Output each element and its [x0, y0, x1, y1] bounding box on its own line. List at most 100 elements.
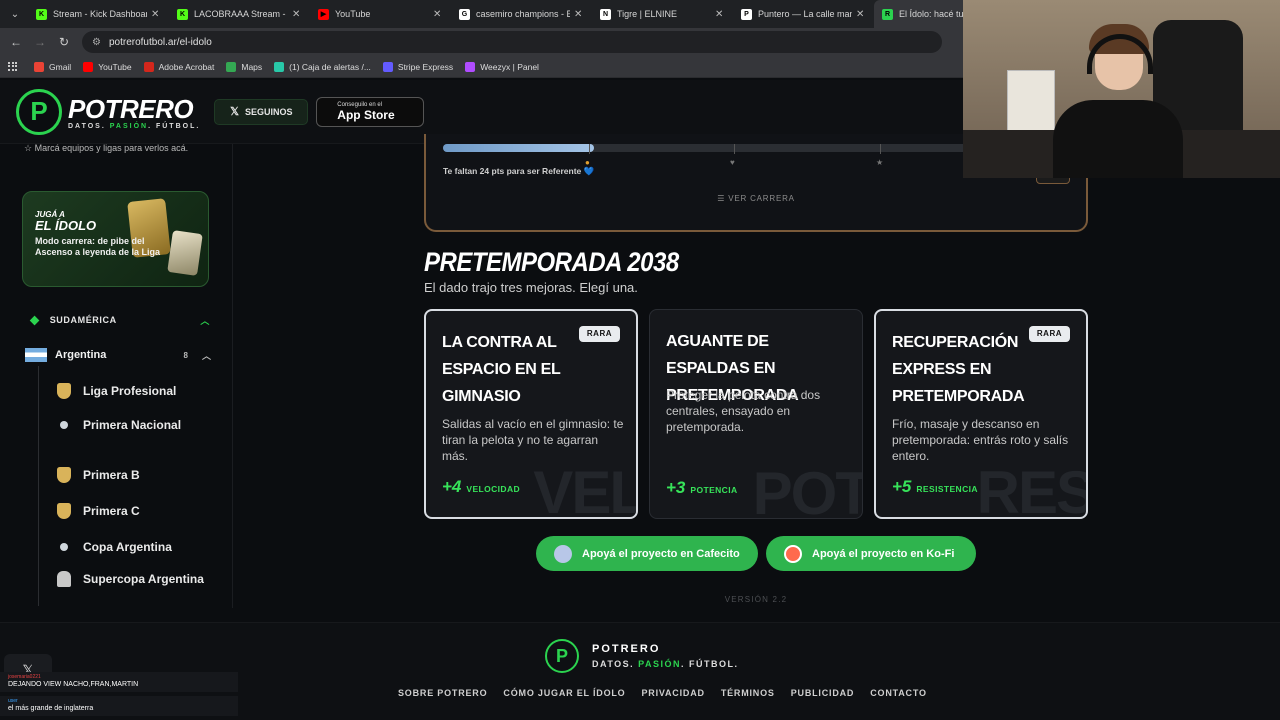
back-icon[interactable]: ← [4, 35, 28, 49]
forward-icon[interactable]: → [28, 35, 52, 49]
site-info-icon[interactable]: ⚙ [92, 37, 101, 48]
upgrade-card[interactable]: VEL LA CONTRA AL ESPACIO EN EL GIMNASIO RA… [424, 309, 638, 519]
view-career-link[interactable]: ☰ VER CARRERA [426, 194, 1086, 203]
ball-icon [56, 538, 72, 556]
brand-tagline: DATOS. PASIÓN. FÚTBOL. [68, 122, 201, 130]
bookmark-label: YouTube [98, 61, 132, 72]
league-item[interactable]: Primera C [56, 502, 206, 520]
cafecito-icon [554, 544, 572, 563]
chevron-up-icon[interactable]: ︿ [202, 349, 211, 362]
card-description: Proteger la pelota contra dos centrales,… [666, 388, 821, 434]
tab-favicon-icon: ▶ [318, 8, 329, 20]
browser-tab[interactable]: ▶ YouTube ✕ [310, 0, 451, 28]
argentina-flag-icon [25, 348, 47, 362]
league-item[interactable]: Primera Nacional [56, 416, 206, 434]
league-item[interactable]: Primera B [56, 466, 206, 484]
league-item[interactable]: Supercopa Argentina [56, 570, 206, 588]
kofi-icon [784, 544, 802, 563]
follow-button[interactable]: 𝕏 SEGUINOS [214, 98, 309, 125]
store-big-label: App Store [337, 107, 395, 122]
league-label: Supercopa Argentina [83, 571, 204, 586]
streamer [1053, 24, 1183, 178]
bookmark-icon [34, 61, 44, 72]
region-sudamerica[interactable]: ⬥ SUDAMÉRICA ︿ [30, 312, 210, 328]
stat-value: +5 [892, 477, 912, 496]
cafecito-button[interactable]: Apoyá el proyecto en Cafecito [536, 536, 758, 571]
bookmark-item[interactable]: Adobe Acrobat [143, 61, 214, 72]
bookmark-item[interactable]: Maps [226, 61, 262, 72]
version-label: VERSIÓN 2.2 [724, 595, 788, 604]
stat-value: +3 [666, 478, 686, 497]
footer-tagline: DATOS. PASIÓN. FÚTBOL. [592, 659, 739, 669]
browser-tab[interactable]: P Puntero — La calle manda ✕ [733, 0, 874, 28]
close-icon[interactable]: ✕ [574, 9, 584, 20]
url-field[interactable]: ⚙ potrerofutbol.ar/el-idolo [82, 31, 942, 53]
app-store-button[interactable]: Conseguilo en el App Store [316, 96, 425, 127]
points-remaining: Te faltan 24 pts para ser Referente 💙 [443, 166, 595, 176]
browser-tab[interactable]: K Stream - Kick Dashboard ✕ [28, 0, 169, 28]
webcam-overlay [963, 0, 1280, 178]
league-label: Primera B [83, 467, 140, 482]
footer-link[interactable]: CÓMO JUGAR EL ÍDOLO [503, 688, 625, 698]
footer-link[interactable]: PRIVACIDAD [641, 688, 704, 698]
reload-icon[interactable]: ↻ [52, 35, 76, 49]
bookmark-label: Weezyx | Panel [480, 61, 539, 72]
tab-favicon-icon: G [459, 8, 470, 20]
tab-title: Puntero — La calle manda [758, 9, 852, 19]
tab-favicon-icon: R [882, 8, 893, 20]
progress-tick [589, 144, 590, 154]
bookmark-item[interactable]: Stripe Express [382, 61, 453, 72]
bookmark-item[interactable]: Weezyx | Panel [465, 61, 539, 72]
close-icon[interactable]: ✕ [856, 9, 866, 20]
career-progress-fill [443, 144, 595, 152]
browser-tab[interactable]: Gcasemiro champions - Bus ✕ [451, 0, 592, 28]
bookmark-label: (1) Caja de alertas /... [289, 61, 371, 72]
footer-logo[interactable]: P [545, 639, 579, 673]
upgrade-card[interactable]: RES RECUPERACIÓN EXPRESS EN PRETEMPORADA R… [874, 309, 1088, 519]
bookmark-item[interactable]: (1) Caja de alertas /... [274, 61, 371, 72]
progress-tick [734, 144, 735, 154]
bookmark-list: Gmail YouTube Adobe Acrobat Maps (1) Caja de… [34, 61, 551, 72]
upgrade-card[interactable]: POT AGUANTE DE ESPALDAS EN PRETEMPORADA Pr… [649, 309, 863, 519]
tree-line [38, 366, 39, 606]
tab-title: casemiro champions - Bus [476, 9, 570, 19]
league-item[interactable]: Liga Profesional [56, 382, 206, 400]
bookmark-icon [226, 61, 237, 72]
league-item[interactable]: Copa Argentina [56, 538, 206, 556]
close-icon[interactable]: ✕ [715, 9, 725, 20]
bookmark-item[interactable]: YouTube [83, 61, 132, 72]
tab-favicon-icon: K [36, 8, 47, 20]
close-icon[interactable]: ✕ [433, 9, 443, 20]
tab-title: YouTube [335, 9, 371, 19]
browser-tab[interactable]: K LACOBRAAA Stream - Wa ✕ [169, 0, 310, 28]
footer-link[interactable]: CONTACTO [870, 688, 927, 698]
close-icon[interactable]: ✕ [292, 9, 302, 20]
card-title: LA CONTRA AL ESPACIO EN EL GIMNASIO [442, 334, 561, 405]
tab-search-icon[interactable]: ⌄ [2, 3, 28, 25]
league-label: Primera Nacional [83, 417, 182, 432]
preseason-title: PRETEMPORADA 2038 [424, 248, 679, 278]
footer-link[interactable]: SOBRE POTRERO [398, 688, 487, 698]
region-label: SUDAMÉRICA [49, 315, 117, 325]
country-argentina[interactable]: Argentina 8 ︿ [25, 348, 211, 362]
footer-links: SOBRE POTRERO CÓMO JUGAR EL ÍDOLO PRIVACID… [398, 688, 927, 698]
card-stat: +4 VELOCIDAD [442, 477, 520, 497]
card-description: Salidas al vacío en el gimnasio: te tira… [442, 417, 624, 463]
el-idolo-promo-card[interactable]: JUGÁ A EL ÍDOLO Modo carrera: de pibe de… [22, 191, 209, 287]
card-stat: +3 POTENCIA [666, 478, 738, 498]
potrero-logo[interactable]: P [16, 88, 62, 135]
chevron-up-icon[interactable]: ︿ [200, 314, 210, 327]
main-content: ● ♥ ★ Te faltan 24 pts para ser Referent… [234, 134, 1280, 608]
footer-link[interactable]: PUBLICIDAD [791, 688, 855, 698]
brand-block[interactable]: POTRERO DATOS. PASIÓN. FÚTBOL. [68, 94, 200, 130]
browser-tab[interactable]: N Tigre | ELNINE ✕ [592, 0, 733, 28]
close-icon[interactable]: ✕ [151, 9, 161, 20]
apps-icon[interactable] [8, 61, 18, 72]
player-card-art-small [167, 230, 203, 276]
bookmark-item[interactable]: Gmail [34, 61, 71, 72]
kofi-button[interactable]: Apoyá el proyecto en Ko-Fi [766, 536, 976, 571]
progress-tick [880, 144, 881, 154]
bookmark-icon [274, 61, 285, 72]
footer-link[interactable]: TÉRMINOS [721, 688, 775, 698]
list-icon: ☰ [717, 194, 729, 203]
